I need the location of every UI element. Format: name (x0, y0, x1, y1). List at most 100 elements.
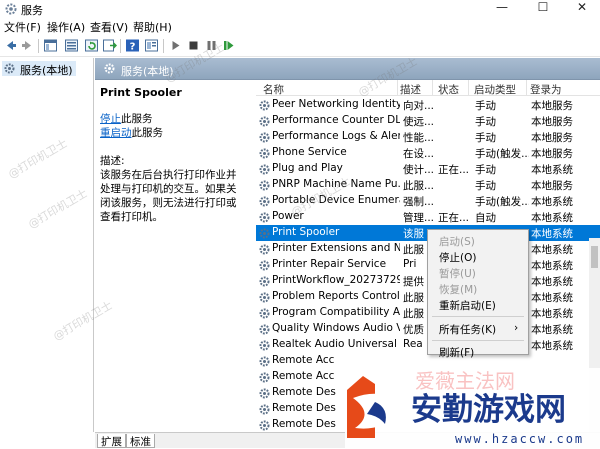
service-startup-type: 手动(触发... (475, 196, 529, 208)
help-icon[interactable]: ? (125, 38, 140, 53)
service-logon-as: 本地系统 (531, 196, 573, 208)
pause-service-icon[interactable] (204, 38, 219, 53)
service-startup-type: 自动 (475, 212, 496, 224)
stop-service-link[interactable]: 停止 (100, 113, 121, 125)
service-logon-as: 本地服务 (531, 100, 573, 112)
context-menu-restart[interactable]: 重新启动(E) (428, 297, 528, 313)
forward-icon[interactable] (20, 38, 35, 53)
column-header-logon-as[interactable]: 登录为 (530, 82, 562, 97)
service-description: 管理... (403, 212, 435, 224)
service-logon-as: 本地系统 (531, 324, 573, 336)
column-divider[interactable] (468, 80, 469, 96)
table-row[interactable]: Peer Networking Identity... 向对... 手动 本地服务 (256, 97, 600, 113)
context-menu-resume[interactable]: 恢复(M) (428, 281, 528, 297)
context-menu-pause[interactable]: 暂停(U) (428, 265, 528, 281)
table-row[interactable]: Portable Device Enumera...强制... 手动(触发...本… (256, 193, 600, 209)
service-logon-as: 本地服务 (531, 180, 573, 192)
service-startup-type: 手动(触发... (475, 148, 529, 160)
table-row[interactable]: Power 管理... 正在... 自动 本地系统 (256, 209, 600, 225)
service-gear-icon (259, 196, 270, 210)
properties-icon[interactable] (144, 38, 159, 53)
table-row[interactable]: Plug and Play 使计... 正在... 手动 本地系统 (256, 161, 600, 177)
service-gear-icon (259, 260, 270, 274)
start-service-icon[interactable] (168, 38, 183, 53)
service-gear-icon (259, 116, 270, 130)
stop-service-icon[interactable] (186, 38, 201, 53)
title-bar: 服务 — ☐ ✕ (0, 0, 600, 18)
service-name: Performance Counter DL... (272, 114, 400, 126)
service-gear-icon (259, 148, 270, 162)
service-name: Remote Acc (272, 354, 335, 366)
service-description: 性能... (403, 132, 435, 144)
service-logon-as: 本地系统 (531, 340, 573, 352)
toolbar-separator (163, 39, 164, 53)
tab-extended[interactable]: 扩展 (97, 434, 126, 448)
tab-standard[interactable]: 标准 (126, 434, 155, 448)
service-startup-type: 手动 (475, 132, 496, 144)
menu-action[interactable]: 操作(A) (47, 19, 85, 35)
service-gear-icon (259, 132, 270, 146)
service-name: Phone Service (272, 146, 347, 158)
scrollbar-thumb[interactable] (591, 246, 598, 268)
service-gear-icon (259, 180, 270, 194)
maximize-button[interactable]: ☐ (523, 0, 563, 16)
column-divider[interactable] (432, 80, 433, 96)
menu-help[interactable]: 帮助(H) (133, 19, 172, 35)
service-status: 正在... (438, 164, 470, 176)
context-menu-all-tasks[interactable]: 所有任务(K) › (428, 321, 528, 337)
tree-item-services-local[interactable]: 服务(本地) (2, 61, 76, 77)
menu-view[interactable]: 查看(V) (90, 19, 128, 35)
service-description: 此服... (403, 180, 435, 192)
table-row[interactable]: Performance Counter DL... 使远... 手动 本地服务 (256, 113, 600, 129)
service-description: 在设... (403, 148, 435, 160)
service-startup-type: 手动 (475, 164, 496, 176)
column-header-name[interactable]: 名称 (263, 82, 284, 97)
column-header-status[interactable]: 状态 (438, 82, 459, 97)
console-tree-icon[interactable] (43, 38, 58, 53)
toolbar: ? (0, 35, 600, 57)
context-menu-stop[interactable]: 停止(O) (428, 249, 528, 265)
column-divider[interactable] (397, 80, 398, 96)
services-app-icon (5, 3, 17, 15)
close-button[interactable]: ✕ (562, 0, 600, 16)
service-name: Portable Device Enumera... (272, 194, 400, 206)
service-name: PNRP Machine Name Pu... (272, 178, 400, 190)
service-name: Peer Networking Identity... (272, 98, 400, 110)
service-description: 使远... (403, 116, 435, 128)
service-name: Quality Windows Audio V... (272, 322, 400, 334)
context-menu-separator (432, 340, 524, 341)
restart-service-icon[interactable] (221, 38, 236, 53)
refresh-icon[interactable] (84, 38, 99, 53)
service-gear-icon (259, 372, 270, 386)
service-logon-as: 本地系统 (531, 228, 573, 240)
column-header-description[interactable]: 描述 (400, 82, 421, 97)
column-header-startup-type[interactable]: 启动类型 (474, 82, 516, 97)
service-logon-as: 本地系统 (531, 164, 573, 176)
toolbar-separator (38, 39, 39, 53)
export-icon[interactable] (102, 38, 117, 53)
table-row[interactable]: PNRP Machine Name Pu... 此服... 手动 本地服务 (256, 177, 600, 193)
console-tree: 服务(本地) (0, 58, 94, 432)
context-menu: 启动(S) 停止(O) 暂停(U) 恢复(M) 重新启动(E) 所有任务(K) … (427, 229, 529, 359)
context-menu-refresh[interactable]: 刷新(F) (428, 344, 528, 360)
minimize-button[interactable]: — (482, 0, 522, 16)
service-logon-as: 本地系统 (531, 260, 573, 272)
restart-service-link[interactable]: 重启动 (100, 127, 132, 139)
service-name: Program Compatibility A... (272, 306, 400, 318)
show-hide-icon[interactable] (64, 38, 79, 53)
service-gear-icon (259, 212, 270, 226)
context-menu-start[interactable]: 启动(S) (428, 233, 528, 249)
toolbar-separator (120, 39, 121, 53)
table-row[interactable]: Phone Service 在设... 手动(触发... 本地服务 (256, 145, 600, 161)
service-name: Performance Logs & Aler... (272, 130, 400, 142)
menu-file[interactable]: 文件(F) (4, 19, 41, 35)
column-divider[interactable] (526, 80, 527, 96)
back-icon[interactable] (3, 38, 18, 53)
table-row[interactable]: Performance Logs & Aler... 性能... 手动 本地服务 (256, 129, 600, 145)
service-startup-type: 手动 (475, 116, 496, 128)
service-logon-as: 本地系统 (531, 212, 573, 224)
service-gear-icon (259, 292, 270, 306)
service-name: Problem Reports Control... (272, 290, 400, 302)
menu-bar: 文件(F) 操作(A) 查看(V) 帮助(H) (0, 18, 600, 35)
description-label: 描述: (100, 155, 125, 167)
